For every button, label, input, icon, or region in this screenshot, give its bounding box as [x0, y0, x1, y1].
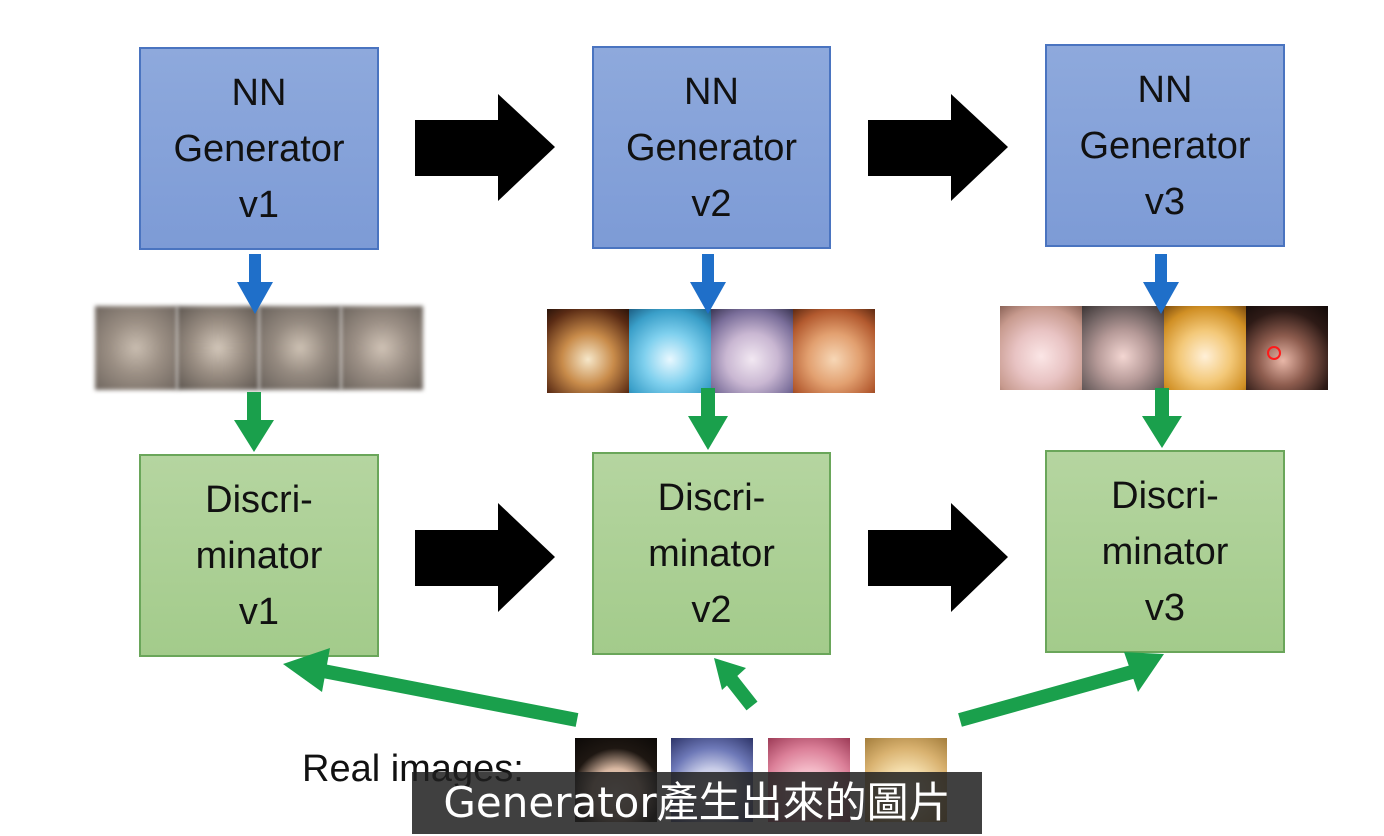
green-arrow-real-to-d1-head: [283, 648, 330, 692]
green-arrow-real-to-d2: [724, 673, 758, 711]
green-arrow-real-to-d3: [958, 665, 1134, 727]
blue-arrow-v1: [237, 254, 273, 314]
green-arrow-v3: [1142, 388, 1182, 448]
black-arrow-d2-d3: [868, 503, 1008, 612]
black-arrow-g2-g3: [868, 94, 1008, 201]
video-subtitle: Generator產生出來的圖片: [412, 772, 982, 834]
black-arrow-d1-d2: [415, 503, 555, 612]
green-arrow-v2: [688, 388, 728, 450]
blue-arrow-v2: [690, 254, 726, 314]
green-arrow-v1: [234, 392, 274, 452]
black-arrow-g1-g2: [415, 94, 555, 201]
blue-arrow-v3: [1143, 254, 1179, 314]
green-arrow-real-to-d1: [316, 663, 579, 727]
arrows-layer: [234, 94, 1182, 727]
